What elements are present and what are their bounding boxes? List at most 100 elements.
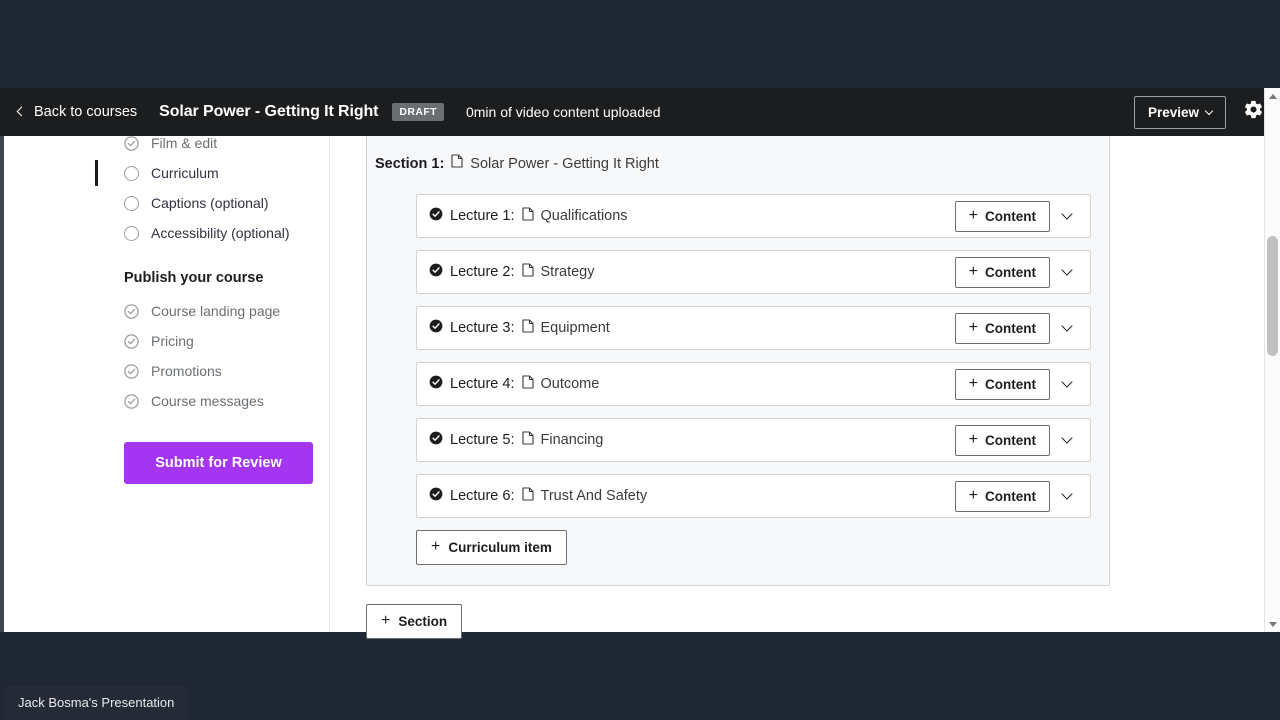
section-prefix: Section 1: [375,155,445,172]
expand-lecture-button[interactable] [1052,425,1082,455]
check-circle-icon [124,135,139,151]
add-content-button[interactable]: + Content [954,480,1050,512]
table-row[interactable]: Lecture 5: Financing + Content [416,418,1091,462]
lecture-title: Equipment [540,320,610,336]
plus-icon: + [968,318,978,336]
gear-icon [1243,99,1264,125]
add-section-button[interactable]: + Section [366,604,463,639]
lecture-label: Lecture 3: Equipment [429,318,610,337]
status-badge: DRAFT [392,103,444,121]
add-content-label: Content [985,432,1036,448]
sidebar-item-pricing[interactable]: Pricing [124,326,329,356]
document-icon [521,430,534,449]
expand-lecture-button[interactable] [1052,201,1082,231]
document-icon [451,154,463,172]
sidebar-item-label: Promotions [151,363,222,379]
sidebar-item-course-messages[interactable]: Course messages [124,386,329,416]
plus-icon: + [968,262,978,280]
plus-icon: + [968,206,978,224]
vertical-scrollbar[interactable] [1264,88,1280,632]
plus-icon: + [381,612,391,629]
add-content-label: Content [985,320,1036,336]
check-circle-icon [124,303,139,319]
expand-lecture-button[interactable] [1052,369,1082,399]
chevron-down-icon [1061,488,1073,500]
presentation-label-chip: Jack Bosma's Presentation [4,686,189,719]
video-content-status: 0min of video content uploaded [465,104,661,120]
check-circle-icon [124,393,139,409]
scrollbar-thumb[interactable] [1267,236,1278,356]
chevron-down-icon [1204,106,1214,115]
scroll-up-button[interactable] [1265,88,1280,104]
screen-root: Film & edit Curriculum Captions (optiona… [0,0,1280,720]
lecture-prefix: Lecture 2: [450,264,515,280]
expand-lecture-button[interactable] [1052,257,1082,287]
sidebar-item-label: Captions (optional) [151,195,269,211]
lecture-title: Trust And Safety [540,488,648,504]
lecture-label: Lecture 4: Outcome [429,374,599,393]
circle-icon [124,225,139,241]
add-curriculum-item-label: Curriculum item [448,540,552,555]
add-content-label: Content [985,376,1036,392]
add-section-label: Section [398,614,448,629]
add-content-button[interactable]: + Content [954,424,1050,456]
sidebar-item-promotions[interactable]: Promotions [124,356,329,386]
document-icon [521,486,534,505]
add-section-wrap: + Section [366,604,1264,639]
settings-button[interactable] [1240,99,1266,125]
lecture-prefix: Lecture 1: [450,208,515,224]
triangle-up-icon [1268,93,1277,99]
lecture-prefix: Lecture 6: [450,488,515,504]
expand-lecture-button[interactable] [1052,481,1082,511]
add-content-button[interactable]: + Content [954,368,1050,400]
plus-icon: + [968,374,978,392]
add-curriculum-item-wrap: + Curriculum item [416,530,1091,565]
scroll-down-button[interactable] [1265,616,1280,632]
sidebar-item-curriculum[interactable]: Curriculum [95,158,329,188]
app-body: Film & edit Curriculum Captions (optiona… [4,88,1264,639]
add-curriculum-item-button[interactable]: + Curriculum item [416,530,567,565]
lecture-title: Qualifications [540,208,628,224]
lecture-prefix: Lecture 4: [450,376,515,392]
sidebar-item-captions[interactable]: Captions (optional) [124,188,329,218]
check-filled-icon [429,263,443,281]
lecture-label: Lecture 6: Trust And Safety [429,486,648,505]
sidebar-item-label: Film & edit [151,135,218,151]
table-row[interactable]: Lecture 1: Qualifications + Content [416,194,1091,238]
check-filled-icon [429,319,443,337]
expand-lecture-button[interactable] [1052,313,1082,343]
table-row[interactable]: Lecture 3: Equipment + Content [416,306,1091,350]
lecture-prefix: Lecture 5: [450,432,515,448]
chevron-down-icon [1061,320,1073,332]
section-card: Section 1: Solar Power - Getting It Righ… [366,134,1110,586]
table-row[interactable]: Lecture 6: Trust And Safety + Content [416,474,1091,518]
plus-icon: + [968,486,978,504]
submit-for-review-button[interactable]: Submit for Review [124,442,313,484]
course-header-bar: Back to courses Solar Power - Getting It… [0,88,1280,136]
sidebar-item-accessibility[interactable]: Accessibility (optional) [124,218,329,248]
check-circle-icon [124,333,139,349]
document-icon [521,206,534,225]
back-to-courses-label: Back to courses [34,104,138,120]
preview-label: Preview [1147,104,1199,120]
add-content-button[interactable]: + Content [954,200,1050,232]
sidebar-item-label: Accessibility (optional) [151,225,290,241]
sidebar-item-label: Curriculum [151,165,219,181]
sidebar-item-course-landing-page[interactable]: Course landing page [124,296,329,326]
table-row[interactable]: Lecture 2: Strategy + Content [416,250,1091,294]
publish-section-heading: Publish your course [124,270,264,286]
plus-icon: + [968,430,978,448]
section-title: Solar Power - Getting It Right [470,155,659,172]
lecture-title: Strategy [540,264,595,280]
back-to-courses-link[interactable]: Back to courses [16,104,138,120]
add-content-button[interactable]: + Content [954,256,1050,288]
add-content-button[interactable]: + Content [954,312,1050,344]
curriculum-main-panel: Section 1: Solar Power - Getting It Righ… [330,88,1264,639]
lecture-label: Lecture 5: Financing [429,430,604,449]
lecture-title: Financing [540,432,604,448]
add-content-label: Content [985,488,1036,504]
preview-button[interactable]: Preview [1133,95,1226,129]
circle-icon [124,165,139,181]
check-circle-icon [124,363,139,379]
table-row[interactable]: Lecture 4: Outcome + Content [416,362,1091,406]
